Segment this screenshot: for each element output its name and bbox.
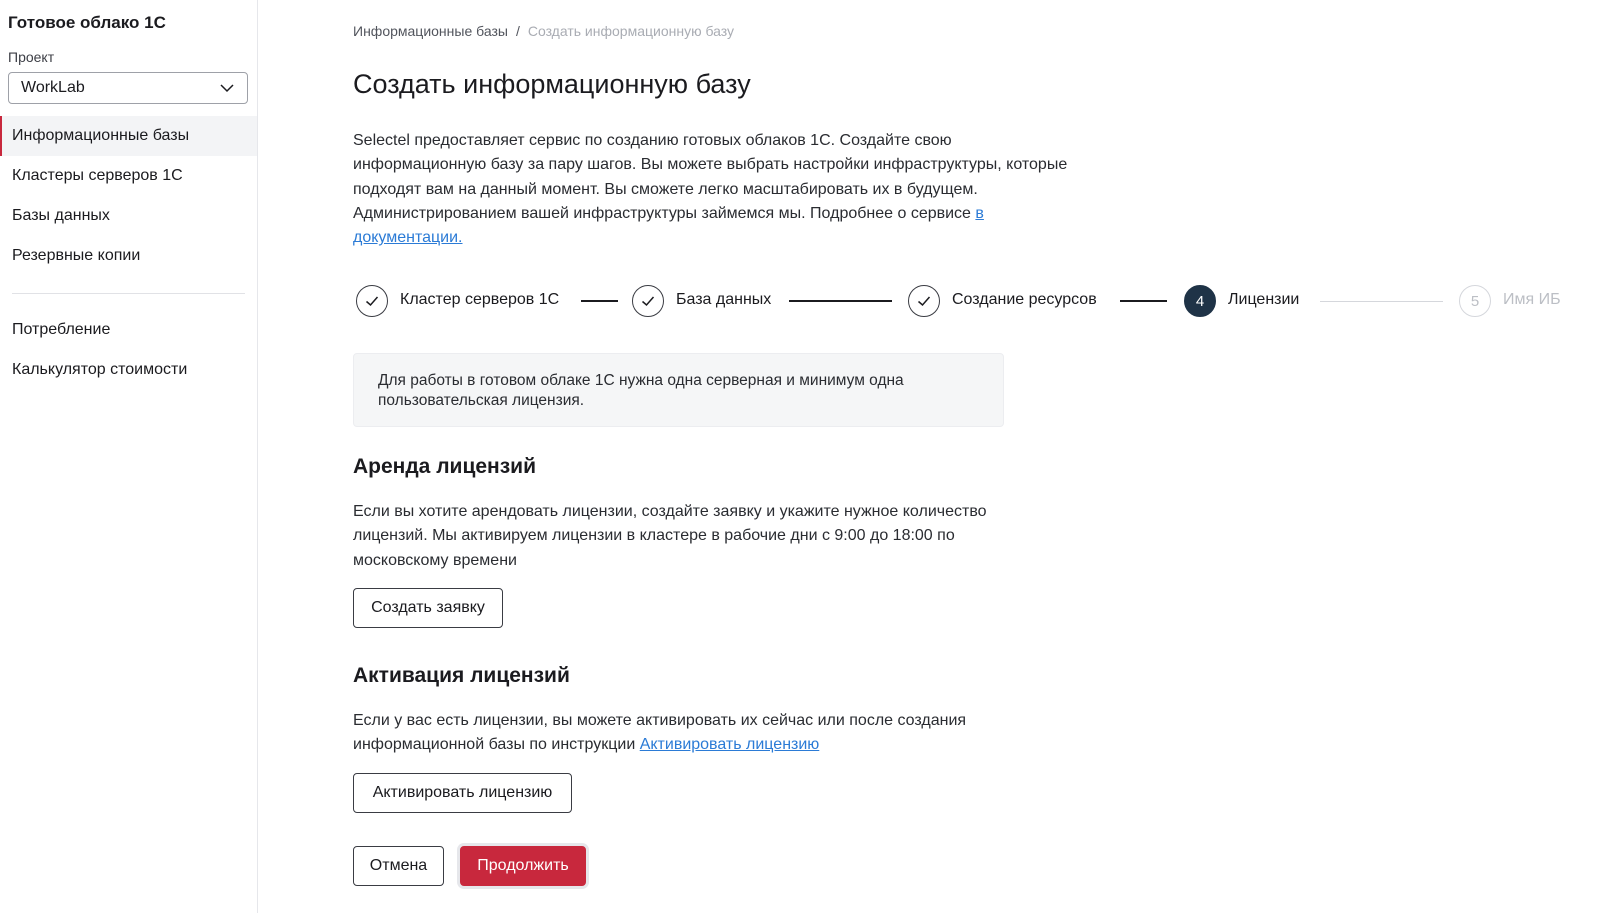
- step-connector: [789, 300, 892, 302]
- activate-section-text: Если у вас есть лицензии, вы можете акти…: [353, 709, 1033, 758]
- breadcrumb-separator: /: [515, 23, 520, 39]
- activate-license-link[interactable]: Активировать лицензию: [640, 736, 820, 753]
- sidebar-item-infobases[interactable]: Информационные базы: [0, 116, 257, 156]
- intro-body: Selectel предоставляет сервис по создани…: [353, 132, 1068, 222]
- breadcrumb: Информационные базы / Создать информацио…: [353, 23, 734, 39]
- step-3-label: Создание ресурсов: [952, 291, 1097, 308]
- step-1-check-icon: [356, 285, 388, 317]
- activate-section-title: Активация лицензий: [353, 664, 570, 687]
- sidebar-nav: Информационные базы Кластеры серверов 1С…: [0, 116, 257, 390]
- cancel-button[interactable]: Отмена: [353, 846, 444, 886]
- step-5-number: 5: [1459, 285, 1491, 317]
- step-2-label: База данных: [676, 291, 772, 308]
- sidebar-item-consumption[interactable]: Потребление: [0, 310, 257, 350]
- intro-text: Selectel предоставляет сервис по создани…: [353, 129, 1073, 250]
- sidebar-divider: [12, 293, 245, 294]
- sidebar-item-label: Резервные копии: [12, 247, 141, 264]
- step-connector: [581, 300, 618, 302]
- project-select[interactable]: WorkLab: [8, 72, 248, 104]
- step-4-label: Лицензии: [1228, 291, 1300, 308]
- sidebar-item-label: Потребление: [12, 321, 111, 338]
- sidebar-item-label: Калькулятор стоимости: [12, 361, 188, 378]
- page-title: Создать информационную базу: [353, 69, 751, 99]
- step-connector: [1320, 301, 1443, 302]
- breadcrumb-current: Создать информационную базу: [527, 23, 735, 39]
- step-4-number: 4: [1184, 285, 1216, 317]
- sidebar-item-server-clusters[interactable]: Кластеры серверов 1С: [0, 156, 257, 196]
- rent-section-title: Аренда лицензий: [353, 455, 536, 478]
- sidebar-item-label: Информационные базы: [12, 127, 190, 144]
- project-label: Проект: [8, 49, 55, 65]
- activate-license-button[interactable]: Активировать лицензию: [353, 773, 572, 813]
- sidebar-item-backups[interactable]: Резервные копии: [0, 236, 257, 276]
- step-connector: [1120, 300, 1167, 302]
- create-request-button[interactable]: Создать заявку: [353, 588, 503, 628]
- project-select-value: WorkLab: [21, 79, 85, 96]
- breadcrumb-link-infobases[interactable]: Информационные базы: [353, 23, 508, 39]
- sidebar: Готовое облако 1С Проект WorkLab Информа…: [0, 0, 258, 913]
- sidebar-item-cost-calculator[interactable]: Калькулятор стоимости: [0, 350, 257, 390]
- step-5-label: Имя ИБ: [1503, 291, 1561, 308]
- sidebar-item-label: Базы данных: [12, 207, 110, 224]
- chevron-down-icon: [220, 84, 234, 93]
- continue-button[interactable]: Продолжить: [460, 846, 586, 886]
- stepper: Кластер серверов 1С База данных Создание…: [356, 285, 1566, 317]
- step-3-check-icon: [908, 285, 940, 317]
- app-title: Готовое облако 1С: [8, 13, 166, 32]
- sidebar-item-databases[interactable]: Базы данных: [0, 196, 257, 236]
- step-2-check-icon: [632, 285, 664, 317]
- rent-section-text: Если вы хотите арендовать лицензии, созд…: [353, 503, 987, 569]
- sidebar-item-label: Кластеры серверов 1С: [12, 167, 183, 184]
- info-notice: Для работы в готовом облаке 1С нужна одн…: [353, 353, 1004, 427]
- step-1-label: Кластер серверов 1С: [400, 291, 560, 308]
